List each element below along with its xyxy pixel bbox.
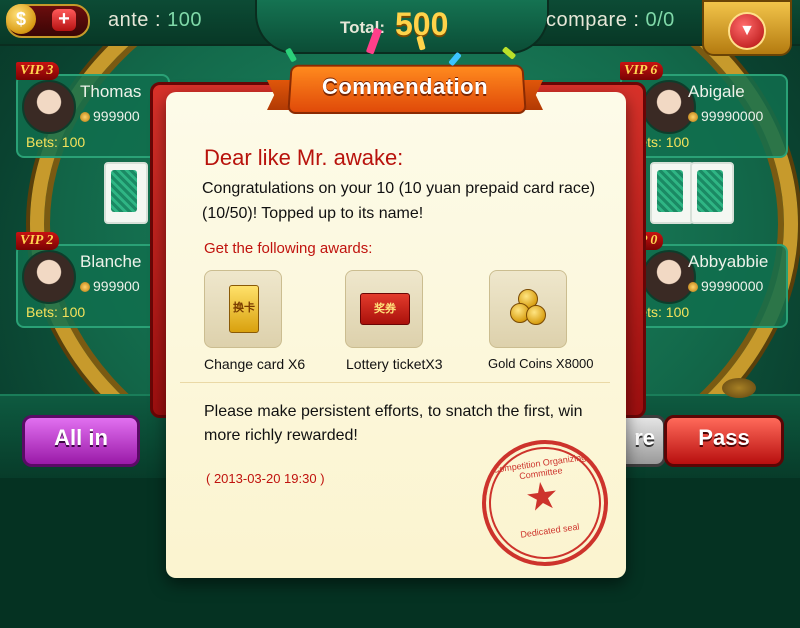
- award-label: Change card X6: [204, 356, 306, 372]
- compare-button-label: re: [634, 425, 655, 450]
- chip-count: 99990000: [701, 108, 764, 124]
- player-name: Abigale: [688, 82, 745, 101]
- dialog-message: Congratulations on your 10 (10 yuan prep…: [202, 180, 596, 222]
- chip-count: 99990000: [701, 278, 764, 294]
- gold-coins-icon: [508, 289, 548, 329]
- award-label: Lottery ticketX3: [346, 356, 443, 372]
- face-down-card: [650, 162, 694, 224]
- compare-value: 0/0: [645, 9, 675, 31]
- face-down-card: [104, 162, 148, 224]
- player-chips: 99990000: [688, 108, 763, 124]
- awards-heading: Get the following awards:: [204, 240, 373, 257]
- player-name: Thomas: [80, 82, 142, 101]
- ante-value: 100: [167, 9, 202, 31]
- coin-icon: $: [6, 4, 36, 34]
- dialog-title: Commendation: [321, 74, 489, 99]
- face-down-card: [690, 162, 734, 224]
- award-tile-lottery-ticket: 奖券: [345, 270, 423, 348]
- award-label: Gold Coins X8000: [488, 356, 594, 371]
- star-icon: ★: [522, 474, 563, 521]
- game-screen: { "top_bar": { "coin_symbol": "$", "plus…: [0, 0, 800, 628]
- lottery-ticket-icon: 奖券: [360, 293, 410, 325]
- dialog-divider: [180, 382, 610, 383]
- chip-icon: [80, 112, 90, 123]
- player-seat-thomas[interactable]: VIP 3 Thomas 999900 Bets: 100: [16, 62, 170, 158]
- add-coins-button[interactable]: $ +: [6, 4, 90, 38]
- player-name: Abbyabbie: [688, 252, 769, 271]
- compare-label: compare :: [546, 9, 640, 31]
- plus-icon: +: [52, 9, 76, 31]
- dialog-date: ( 2013-03-20 19:30 ): [206, 471, 325, 486]
- player-name: Blanche: [80, 252, 142, 271]
- avatar: [22, 250, 76, 304]
- chip-icon: [688, 112, 698, 123]
- chip-count: 999900: [93, 278, 140, 294]
- chevron-down-icon: ▼: [728, 12, 766, 50]
- compare-display: compare : 0/0: [546, 9, 675, 32]
- seal-sub-text: Dedicated seal: [519, 521, 581, 540]
- dialog-greeting: Dear like Mr. awake:: [204, 145, 404, 170]
- ante-label: ante :: [108, 9, 162, 31]
- chip-icon: [80, 282, 90, 293]
- vip-badge: VIP 6: [620, 62, 664, 80]
- avatar: [22, 80, 76, 134]
- player-chips: 999900: [80, 278, 140, 294]
- chip-pile-icon: [722, 378, 756, 398]
- vip-badge: VIP 3: [16, 62, 60, 80]
- player-bets: Bets: 100: [26, 134, 86, 150]
- player-chips: 999900: [80, 108, 140, 124]
- player-chips: 99990000: [688, 278, 763, 294]
- dialog-title-ribbon: Commendation: [267, 58, 543, 120]
- vip-badge: VIP 2: [16, 232, 60, 250]
- change-card-icon: 换卡: [229, 285, 259, 333]
- ante-display: ante : 100: [108, 9, 202, 32]
- player-bets: Bets: 100: [26, 304, 86, 320]
- all-in-button[interactable]: All in: [22, 415, 140, 467]
- award-tile-gold-coins: [489, 270, 567, 348]
- chip-count: 999900: [93, 108, 140, 124]
- menu-dropdown-button[interactable]: ▼: [702, 0, 792, 56]
- award-tile-change-card: 换卡: [204, 270, 282, 348]
- pass-button[interactable]: Pass: [664, 415, 784, 467]
- player-seat-blanche[interactable]: VIP 2 Blanche 999900 Bets: 100: [16, 232, 170, 328]
- chip-icon: [688, 282, 698, 293]
